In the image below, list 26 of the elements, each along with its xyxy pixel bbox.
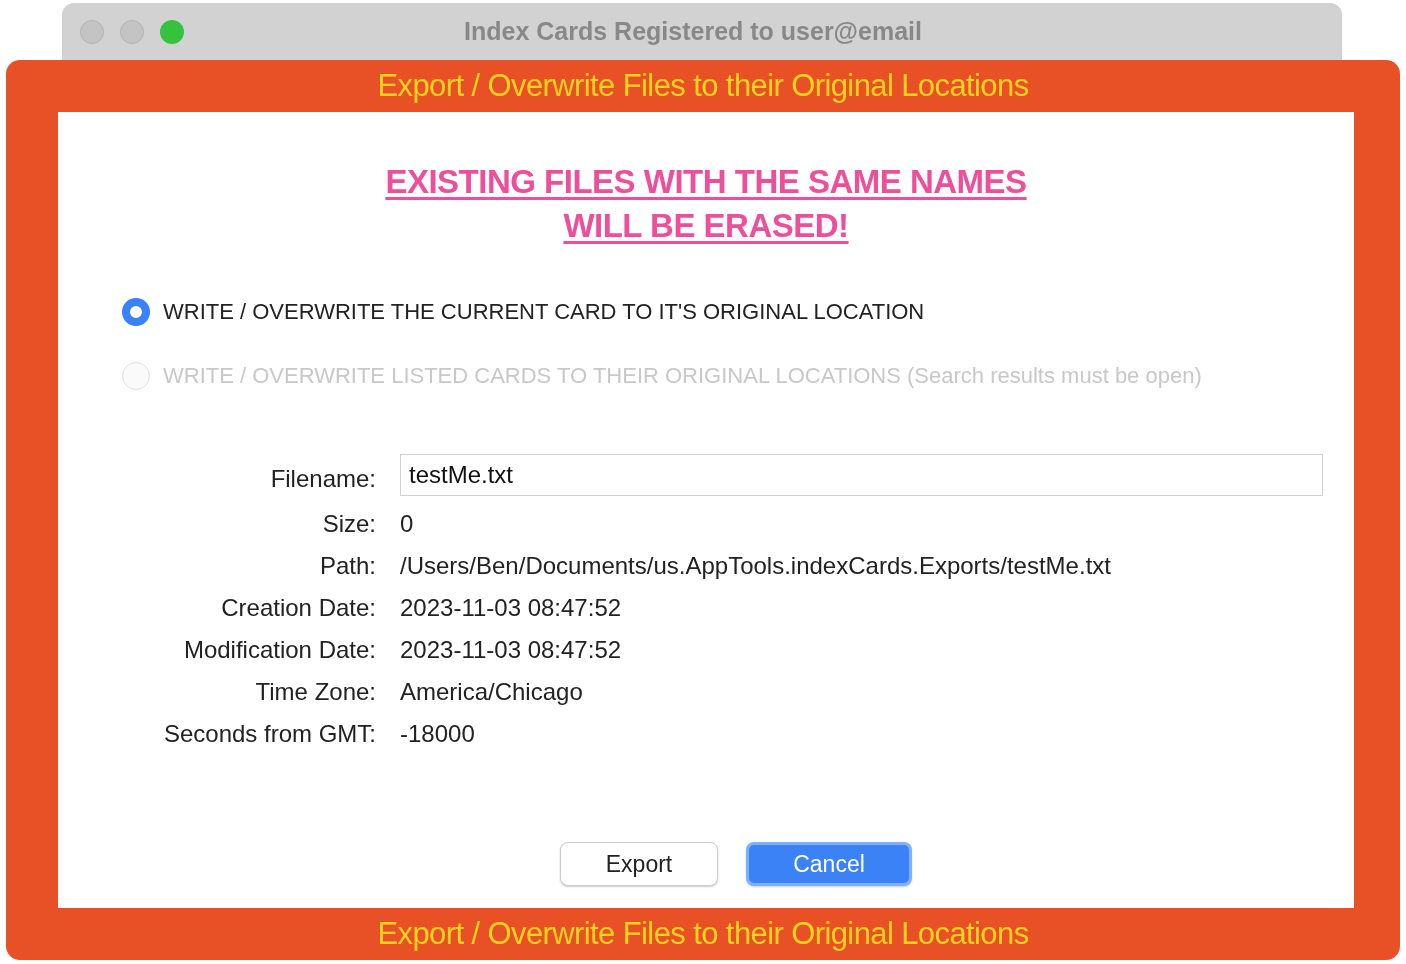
field-label: Creation Date:: [220, 594, 376, 622]
field-label: Seconds from GMT:: [162, 720, 376, 748]
filename-field[interactable]: testMe.txt: [400, 454, 1323, 496]
field-value: -18000: [400, 720, 476, 748]
header-title: Export / Overwrite Files to their Original Locations: [377, 68, 1029, 104]
field-label: Size:: [321, 510, 376, 538]
field-label: Time Zone:: [254, 678, 376, 706]
dialog-button[interactable]: Export: [560, 842, 718, 886]
field-value: 2023-11-03 08:47:52: [400, 594, 623, 622]
field-value: America/Chicago: [400, 678, 584, 706]
warning-text: WILL BE ERASED!: [563, 206, 849, 246]
footer-title: Export / Overwrite Files to their Original Locations: [377, 916, 1029, 952]
default-button[interactable]: Cancel: [746, 842, 912, 886]
field-label: Filename:: [269, 464, 376, 493]
zoom-icon[interactable]: [160, 19, 184, 44]
warning-text: EXISTING FILES WITH THE SAME NAMES: [385, 162, 1027, 202]
close-icon[interactable]: [80, 19, 104, 44]
field-label: Path:: [318, 552, 376, 580]
field-value: 2023-11-03 08:47:52: [400, 636, 623, 664]
minimize-icon[interactable]: [120, 19, 144, 44]
radio-label[interactable]: WRITE / OVERWRITE THE CURRENT CARD TO IT'S ORIGINAL LOCATION: [163, 299, 925, 325]
field-value: /Users/Ben/Documents/us.AppTools.indexCards.Exports/testMe.txt: [400, 552, 1112, 580]
field-value: 0: [400, 510, 415, 538]
field-label: Modification Date:: [182, 636, 376, 664]
radio-button[interactable]: [122, 298, 150, 326]
window-title: Index Cards Registered to user@email: [463, 17, 923, 46]
